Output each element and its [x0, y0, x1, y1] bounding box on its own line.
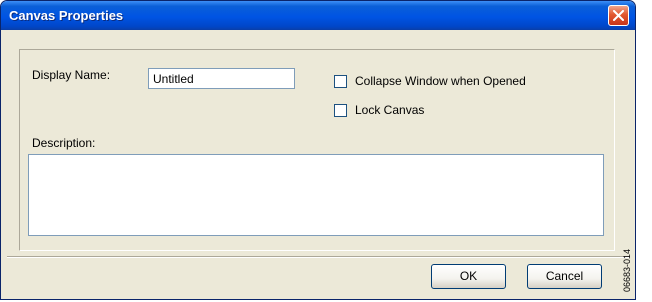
- collapse-window-label: Collapse Window when Opened: [355, 74, 526, 88]
- lock-canvas-checkbox[interactable]: Lock Canvas: [334, 103, 494, 119]
- title-bar[interactable]: Canvas Properties: [1, 1, 635, 30]
- button-separator-highlight: [7, 257, 629, 258]
- canvas-properties-dialog: Canvas Properties Display Name: Collapse…: [0, 0, 636, 300]
- window-title: Canvas Properties: [9, 8, 124, 23]
- properties-group: Display Name: Collapse Window when Opene…: [19, 49, 615, 251]
- collapse-window-checkbox-box[interactable]: [334, 75, 347, 88]
- ok-button[interactable]: OK: [431, 264, 506, 289]
- description-label: Description:: [32, 136, 96, 150]
- close-x-icon: [613, 10, 624, 21]
- figure-id: 06683-014: [622, 248, 632, 292]
- description-textarea[interactable]: [28, 154, 604, 236]
- display-name-label: Display Name:: [32, 68, 111, 82]
- collapse-window-checkbox[interactable]: Collapse Window when Opened: [334, 74, 594, 90]
- lock-canvas-label: Lock Canvas: [355, 103, 425, 117]
- display-name-input[interactable]: [148, 68, 295, 89]
- close-button[interactable]: [608, 5, 629, 26]
- cancel-button[interactable]: Cancel: [527, 264, 602, 289]
- lock-canvas-checkbox-box[interactable]: [334, 104, 347, 117]
